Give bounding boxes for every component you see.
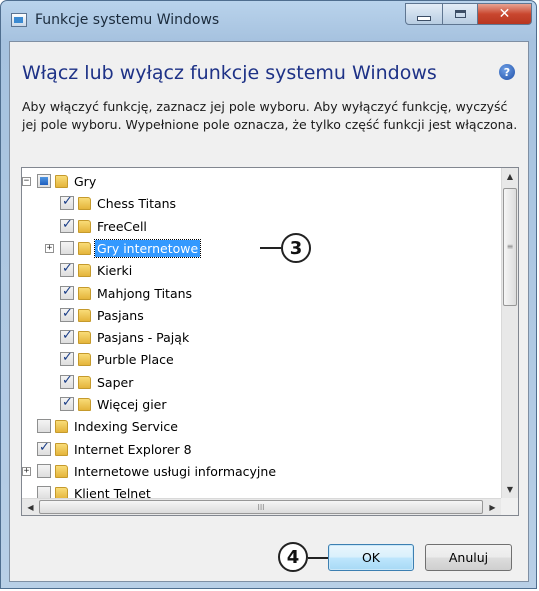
tree-item[interactable]: Indexing Service (22, 417, 492, 437)
feature-checkbox[interactable] (37, 486, 51, 498)
feature-checkbox[interactable] (60, 261, 74, 278)
folder-icon (78, 241, 91, 255)
tree-item-label[interactable]: Pasjans - Pająk (95, 329, 191, 346)
feature-checkbox[interactable] (60, 217, 74, 233)
folder-icon (55, 487, 68, 498)
tree-item[interactable]: Klient Telnet (22, 484, 492, 498)
feature-checkbox[interactable] (60, 240, 74, 255)
expand-icon[interactable]: + (22, 466, 31, 476)
tree-item-label[interactable]: Internet Explorer 8 (72, 441, 194, 458)
folder-icon (78, 197, 91, 211)
folder-icon (55, 175, 68, 188)
features-dialog: Funkcje systemu Windows ✕ Włącz lub wyłą… (0, 0, 537, 589)
tree-item[interactable]: Pasjans - Pająk (22, 328, 492, 348)
tree-item-label[interactable]: Gry internetowe (93, 238, 202, 258)
feature-checkbox[interactable] (60, 194, 74, 211)
minimize-icon (417, 15, 431, 21)
scroll-left-icon[interactable]: ◀ (22, 499, 39, 515)
tree-item[interactable]: Purble Place (22, 350, 492, 370)
vertical-scrollbar[interactable]: ▲ ≡ ▼ (501, 168, 518, 498)
ok-button[interactable]: OK (328, 544, 414, 571)
folder-icon (78, 353, 91, 367)
tree-item[interactable]: Saper (22, 373, 492, 393)
scroll-right-icon[interactable]: ▶ (484, 499, 501, 515)
help-icon[interactable]: ? (499, 64, 515, 80)
tree-item-label[interactable]: Purble Place (95, 351, 176, 368)
feature-checkbox[interactable] (60, 284, 74, 300)
tree-item-label[interactable]: Internetowe usługi informacyjne (72, 463, 278, 480)
callout-3-leader (260, 247, 281, 249)
cancel-button[interactable]: Anuluj (425, 544, 512, 571)
feature-checkbox[interactable] (60, 306, 74, 322)
feature-checkbox[interactable] (37, 419, 51, 434)
scrollbar-corner (501, 498, 518, 515)
tree-item-label[interactable]: Chess Titans (95, 195, 178, 212)
scroll-up-icon[interactable]: ▲ (502, 168, 518, 185)
horizontal-scrollbar[interactable]: ◀ III ▶ (22, 498, 501, 515)
folder-icon (55, 464, 68, 478)
tree-item[interactable]: Internet Explorer 8 (22, 440, 492, 460)
tree-item[interactable]: Kierki (22, 261, 492, 281)
folder-icon (78, 308, 91, 322)
feature-checkbox[interactable] (37, 174, 51, 188)
window-features-icon (11, 13, 27, 27)
tree-item-label[interactable]: Gry (72, 173, 98, 190)
tree-item-label[interactable]: Klient Telnet (72, 485, 153, 498)
feature-checkbox[interactable] (60, 328, 74, 345)
collapse-icon[interactable]: − (22, 177, 31, 186)
tree-item[interactable]: Chess Titans (22, 194, 492, 214)
title-bar[interactable]: Funkcje systemu Windows ✕ (1, 1, 536, 41)
tree-item[interactable]: + Gry internetowe (22, 238, 492, 259)
expand-icon[interactable]: + (45, 243, 54, 253)
tree-item[interactable]: − Gry (22, 172, 492, 192)
folder-icon (55, 442, 68, 456)
feature-checkbox[interactable] (60, 350, 74, 367)
vertical-scroll-thumb[interactable]: ≡ (503, 188, 517, 306)
tree-item-label[interactable]: FreeCell (95, 218, 149, 235)
page-title: Włącz lub wyłącz funkcje systemu Windows (22, 62, 437, 84)
folder-icon (78, 286, 91, 300)
tree-item-label[interactable]: Więcej gier (95, 396, 169, 413)
folder-icon (78, 398, 91, 411)
callout-step-4: 4 (278, 542, 308, 572)
folder-icon (78, 375, 91, 389)
tree-item[interactable]: FreeCell (22, 217, 492, 237)
tree-item-label[interactable]: Indexing Service (72, 418, 180, 435)
folder-icon (78, 264, 91, 278)
minimize-button[interactable] (405, 3, 443, 25)
feature-checkbox[interactable] (60, 395, 74, 411)
instructions-text: Aby włączyć funkcję, zaznacz jej pole wy… (22, 99, 518, 132)
tree-item-label[interactable]: Saper (95, 374, 135, 391)
horizontal-scroll-thumb[interactable]: III (39, 500, 483, 514)
dialog-body: Włącz lub wyłącz funkcje systemu Windows… (9, 41, 529, 582)
grip-icon: ≡ (506, 242, 514, 251)
folder-icon (78, 331, 91, 345)
tree-rows: − Gry Chess Titans FreeCell + Gry internetowe… (22, 168, 501, 498)
tree-item[interactable]: Więcej gier (22, 395, 492, 415)
tree-item-label[interactable]: Mahjong Titans (95, 285, 194, 302)
callout-4-leader (308, 557, 330, 559)
window-title: Funkcje systemu Windows (35, 12, 220, 28)
tree-item[interactable]: + Internetowe usługi informacyjne (22, 462, 492, 482)
feature-checkbox[interactable] (37, 440, 51, 456)
feature-checkbox[interactable] (37, 463, 51, 478)
folder-icon (78, 219, 91, 233)
maximize-button[interactable] (442, 3, 478, 25)
close-button[interactable]: ✕ (477, 3, 532, 25)
features-tree[interactable]: − Gry Chess Titans FreeCell + Gry internetowe… (21, 167, 519, 516)
feature-checkbox[interactable] (60, 373, 74, 389)
close-icon: ✕ (498, 6, 511, 22)
tree-item-label[interactable]: Pasjans (95, 307, 146, 324)
folder-icon (55, 420, 68, 434)
tree-item[interactable]: Mahjong Titans (22, 284, 492, 304)
maximize-icon (454, 10, 466, 18)
scroll-down-icon[interactable]: ▼ (502, 481, 518, 498)
callout-step-3: 3 (281, 233, 311, 263)
tree-item[interactable]: Pasjans (22, 306, 492, 326)
tree-item-label[interactable]: Kierki (95, 262, 134, 279)
